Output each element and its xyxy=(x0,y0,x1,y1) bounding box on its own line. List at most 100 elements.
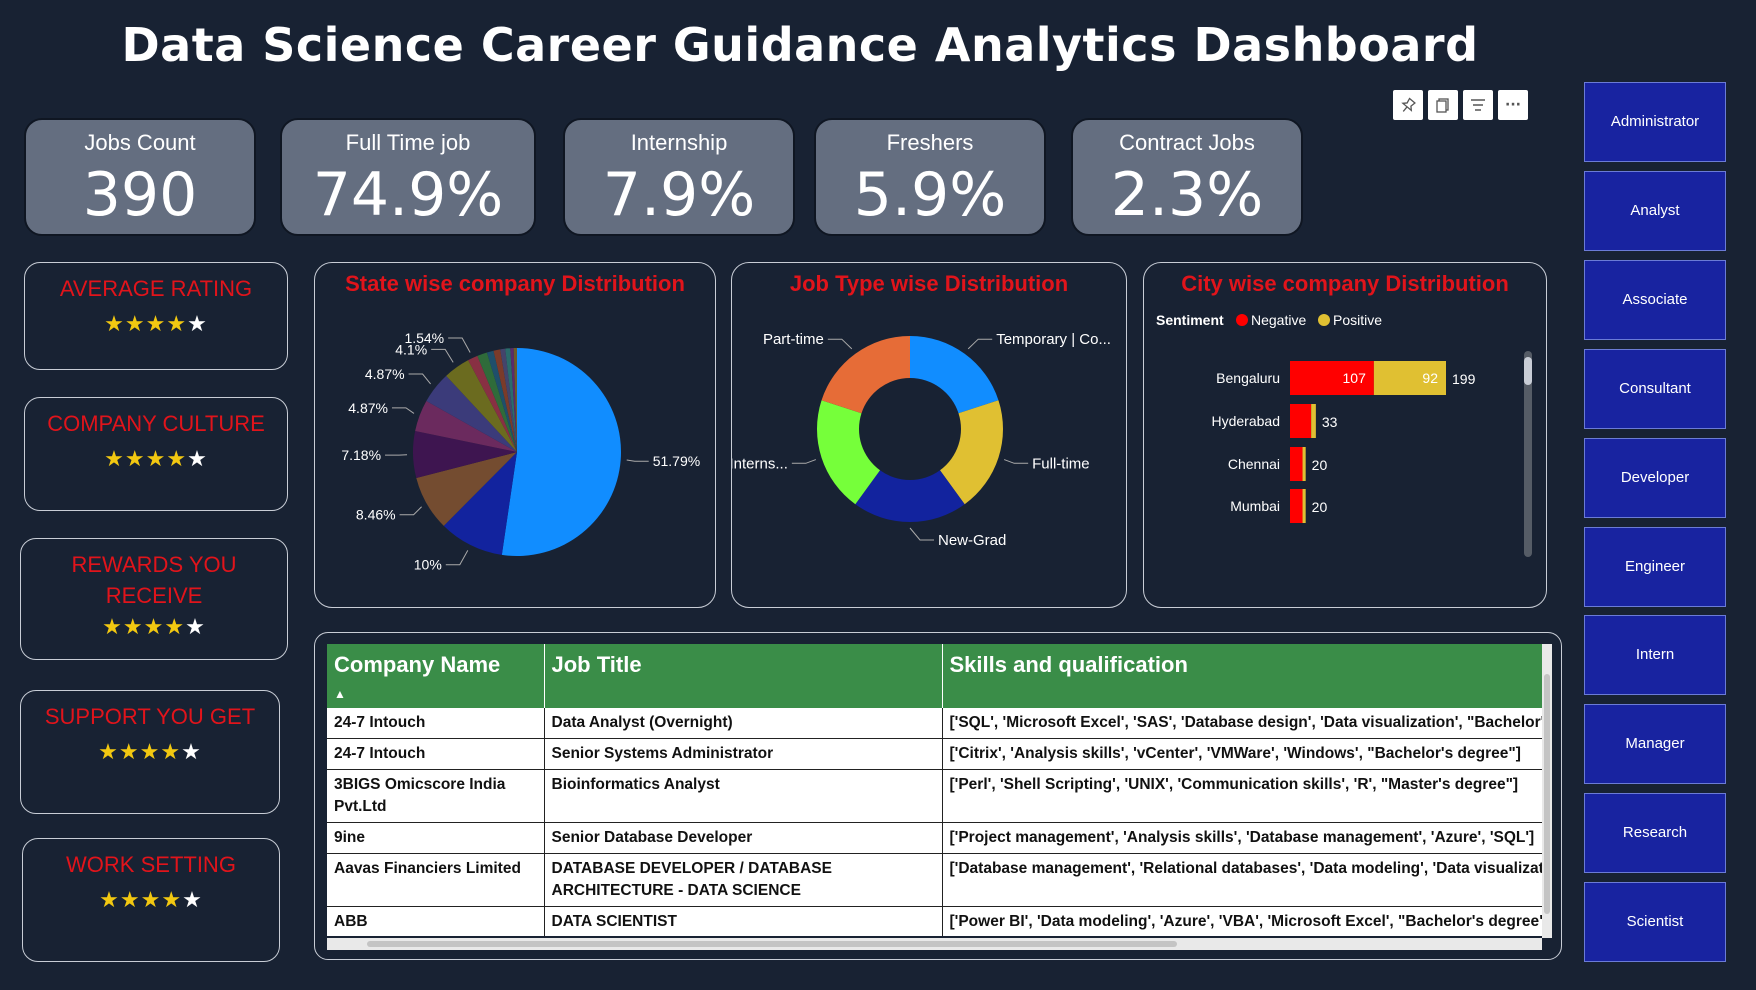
bar-segment[interactable] xyxy=(1302,489,1306,523)
legend-marker[interactable] xyxy=(1236,314,1248,326)
legend-label: Positive xyxy=(1333,312,1382,328)
role-button-manager[interactable]: Manager xyxy=(1584,704,1726,784)
star-icon: ★ xyxy=(182,888,203,913)
jobtype-distribution-card: Job Type wise Distribution Temporary | C… xyxy=(731,262,1127,608)
vertical-scrollbar[interactable] xyxy=(1542,644,1552,938)
bar-total-label: 20 xyxy=(1312,499,1328,515)
jobtype-donut-chart[interactable]: Temporary | Co... Full-time New-Grad Intern… xyxy=(732,263,1128,609)
role-button-scientist[interactable]: Scientist xyxy=(1584,882,1726,962)
star-rating: ★★★★★ xyxy=(23,888,279,913)
bar-segment[interactable] xyxy=(1311,404,1316,438)
kpi-full-time: Full Time job 74.9% xyxy=(280,118,536,236)
kpi-internship: Internship 7.9% xyxy=(563,118,795,236)
donut-slice[interactable] xyxy=(821,336,910,414)
dashboard-title: Data Science Career Guidance Analytics D… xyxy=(121,18,1479,72)
bar-segment[interactable] xyxy=(1302,447,1306,481)
pie-data-label: 4.87% xyxy=(365,366,405,382)
rating-card-rewards: REWARDS YOU RECEIVE ★★★★★ xyxy=(20,538,288,660)
sort-asc-icon[interactable]: ▲ xyxy=(334,687,346,701)
state-distribution-card: State wise company Distribution 51.79% 10… xyxy=(314,262,716,608)
role-button-research[interactable]: Research xyxy=(1584,793,1726,873)
scroll-thumb[interactable] xyxy=(1524,357,1532,385)
role-button-engineer[interactable]: Engineer xyxy=(1584,527,1726,607)
star-icon: ★ xyxy=(139,740,161,765)
table-row[interactable]: Aavas Financiers Limited DATABASE DEVELOP… xyxy=(327,853,1542,907)
role-button-administrator[interactable]: Administrator xyxy=(1584,82,1726,162)
role-button-consultant[interactable]: Consultant xyxy=(1584,349,1726,429)
table-row[interactable]: 24-7 Intouch Senior Systems Administrator… xyxy=(327,738,1542,770)
column-header-company[interactable]: Company Name ▲ xyxy=(327,644,545,708)
rating-card-support: SUPPORT YOU GET ★★★★★ xyxy=(20,690,280,814)
table-row[interactable]: 9ine Senior Database Developer ['Project m… xyxy=(327,822,1542,854)
jobs-table[interactable]: Company Name ▲ Job Title Skills and quali… xyxy=(327,644,1542,936)
kpi-value: 390 xyxy=(82,160,198,230)
role-button-intern[interactable]: Intern xyxy=(1584,615,1726,695)
pin-icon[interactable] xyxy=(1393,90,1423,120)
star-icon: ★ xyxy=(143,615,165,640)
cell-company: 3BIGS Omicscore India Pvt.Ltd xyxy=(327,769,545,823)
cell-job-title: Senior Systems Administrator xyxy=(544,738,943,770)
horizontal-scrollbar[interactable] xyxy=(327,938,1542,950)
star-rating: ★★★★★ xyxy=(21,740,279,765)
cell-skills: ['Database management', 'Relational data… xyxy=(942,853,1542,907)
table-row[interactable]: 24-7 Intouch Data Analyst (Overnight) ['SQ… xyxy=(327,708,1542,739)
state-pie-chart[interactable]: 51.79%10%8.46%7.18%4.87%4.87%4.1%1.54% xyxy=(315,263,717,609)
kpi-contract-jobs: Contract Jobs 2.3% xyxy=(1071,118,1303,236)
cell-company: Aavas Financiers Limited xyxy=(327,853,545,907)
pie-data-label: 8.46% xyxy=(356,507,396,523)
column-header-skills[interactable]: Skills and qualification xyxy=(942,644,1542,708)
star-icon: ★ xyxy=(187,447,208,472)
star-icon: ★ xyxy=(104,447,125,472)
donut-category-label: Full-time xyxy=(1032,455,1090,472)
leader-line xyxy=(791,459,817,464)
cell-company: 24-7 Intouch xyxy=(327,738,545,770)
cell-skills: ['Perl', 'Shell Scripting', 'UNIX', 'Com… xyxy=(942,769,1542,823)
star-icon: ★ xyxy=(122,615,144,640)
bar-category-label: Bengaluru xyxy=(1216,370,1280,386)
legend-title: Sentiment xyxy=(1156,312,1224,328)
visual-toolbar: ··· xyxy=(1393,90,1529,120)
bar-total-label: 33 xyxy=(1322,414,1338,430)
pie-slice[interactable] xyxy=(501,348,621,556)
star-rating: ★★★★★ xyxy=(21,615,287,640)
bar-data-label: 107 xyxy=(1343,370,1367,386)
table-header-row: Company Name ▲ Job Title Skills and quali… xyxy=(327,644,1542,708)
filter-icon[interactable] xyxy=(1463,90,1493,120)
cell-job-title: Data Analyst (Overnight) xyxy=(544,708,943,739)
star-rating: ★★★★★ xyxy=(25,447,287,472)
bar-segment[interactable] xyxy=(1290,447,1303,481)
pie-data-label: 10% xyxy=(414,557,442,573)
column-header-job-title[interactable]: Job Title xyxy=(544,644,943,708)
bar-category-label: Chennai xyxy=(1228,456,1280,472)
leader-line xyxy=(626,459,649,462)
bar-category-label: Mumbai xyxy=(1230,498,1280,514)
table-row[interactable]: 3BIGS Omicscore India Pvt.Ltd Bioinformat… xyxy=(327,769,1542,823)
header-label: Company Name xyxy=(334,652,501,677)
cell-job-title: Bioinformatics Analyst xyxy=(544,769,943,823)
role-button-analyst[interactable]: Analyst xyxy=(1584,171,1726,251)
copy-icon[interactable] xyxy=(1428,90,1458,120)
donut-slice[interactable] xyxy=(910,336,999,414)
leader-line xyxy=(909,527,934,541)
kpi-freshers: Freshers 5.9% xyxy=(814,118,1046,236)
rating-card-culture: COMPANY CULTURE ★★★★★ xyxy=(24,397,288,511)
role-button-developer[interactable]: Developer xyxy=(1584,438,1726,518)
legend-marker[interactable] xyxy=(1318,314,1330,326)
bar-segment[interactable] xyxy=(1290,404,1312,438)
cell-job-title: DATA SCIENTIST xyxy=(544,906,943,936)
legend-label: Negative xyxy=(1251,312,1306,328)
scroll-thumb[interactable] xyxy=(367,941,1177,947)
star-icon: ★ xyxy=(187,312,208,337)
role-button-associate[interactable]: Associate xyxy=(1584,260,1726,340)
table-row[interactable]: ABB DATA SCIENTIST ['Power BI', 'Data mode… xyxy=(327,906,1542,936)
kpi-label: Jobs Count xyxy=(84,130,196,155)
city-bar-chart[interactable]: Sentiment Negative Positive Bengaluru 107 92 1… xyxy=(1144,263,1548,609)
rating-title: AVERAGE RATING xyxy=(59,276,253,301)
scroll-thumb[interactable] xyxy=(1544,674,1550,914)
star-icon: ★ xyxy=(102,615,123,640)
bar-segment[interactable] xyxy=(1290,489,1303,523)
star-icon: ★ xyxy=(140,888,162,913)
kpi-label: Internship xyxy=(630,130,728,155)
more-icon[interactable]: ··· xyxy=(1498,90,1528,120)
star-icon: ★ xyxy=(118,740,140,765)
